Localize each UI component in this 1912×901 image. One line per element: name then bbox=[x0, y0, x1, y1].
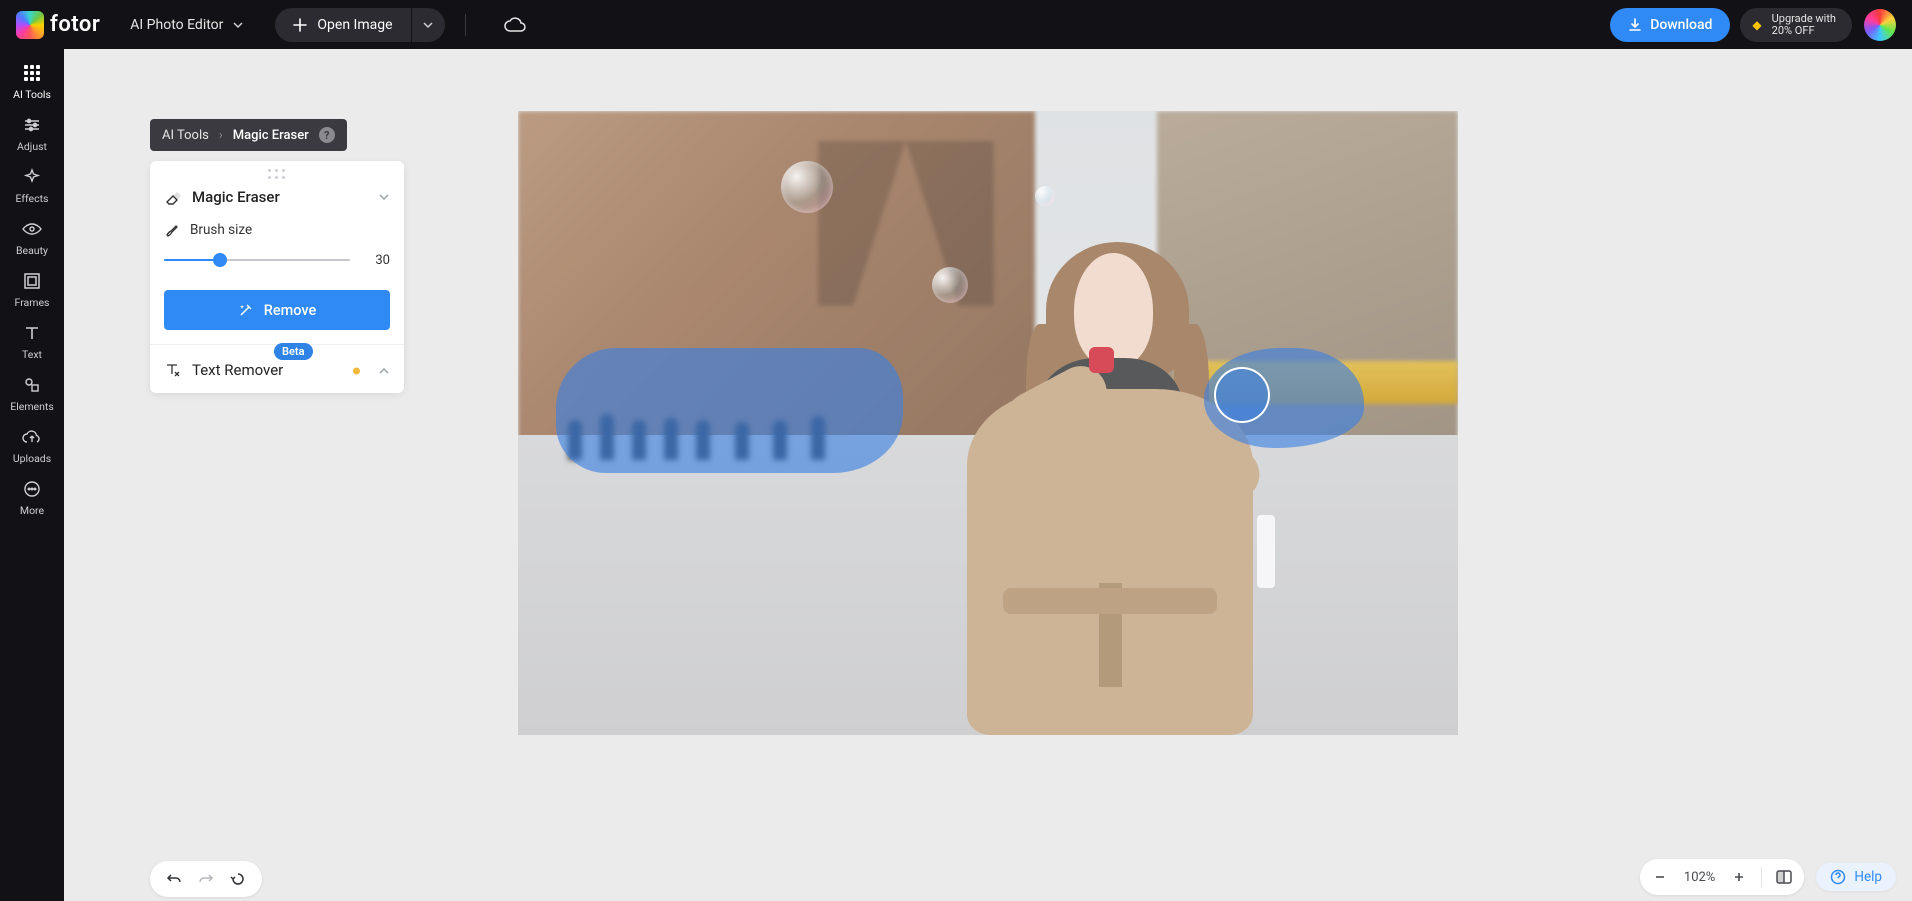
breadcrumb-root[interactable]: AI Tools bbox=[162, 128, 209, 143]
nav-effects[interactable]: Effects bbox=[0, 161, 64, 211]
nav-uploads[interactable]: Uploads bbox=[0, 421, 64, 471]
compare-button[interactable] bbox=[1770, 863, 1798, 891]
app-root: fotor AI Photo Editor Open Image bbox=[0, 0, 1912, 901]
revert-button[interactable] bbox=[222, 865, 254, 893]
magic-eraser-title: Magic Eraser bbox=[192, 188, 368, 206]
brush-icon bbox=[164, 222, 180, 238]
nav-frames[interactable]: Frames bbox=[0, 265, 64, 315]
help-label: Help bbox=[1854, 869, 1882, 885]
text-remover-icon bbox=[164, 361, 182, 379]
breadcrumb-current: Magic Eraser bbox=[233, 128, 309, 143]
upload-cloud-icon bbox=[22, 427, 42, 447]
open-image-dropdown[interactable] bbox=[411, 8, 445, 42]
editor-mode-dropdown[interactable]: AI Photo Editor bbox=[120, 11, 253, 39]
subject-person bbox=[932, 211, 1289, 735]
remove-button[interactable]: Remove bbox=[164, 290, 390, 330]
brush-size-label: Brush size bbox=[190, 222, 252, 238]
upgrade-text: Upgrade with 20% OFF bbox=[1772, 13, 1836, 37]
brush-size-slider[interactable] bbox=[164, 250, 350, 270]
magic-wand-icon bbox=[238, 302, 254, 318]
chevron-up-icon[interactable] bbox=[378, 365, 390, 377]
panel-drag-handle[interactable] bbox=[150, 161, 404, 186]
nav-adjust[interactable]: Adjust bbox=[0, 109, 64, 159]
frame-icon bbox=[22, 271, 42, 291]
brush-size-slider-row: 30 bbox=[150, 240, 404, 286]
bubble-icon bbox=[781, 161, 833, 213]
nav-beauty[interactable]: Beauty bbox=[0, 213, 64, 263]
text-remover-header[interactable]: Text Remover Beta bbox=[150, 349, 404, 393]
upgrade-button[interactable]: ◆ Upgrade with 20% OFF bbox=[1740, 8, 1852, 42]
nav-elements[interactable]: Elements bbox=[0, 369, 64, 419]
open-image-button[interactable]: Open Image bbox=[275, 8, 410, 42]
image-canvas[interactable] bbox=[518, 111, 1458, 735]
beta-badge: Beta bbox=[274, 343, 313, 360]
zoom-value[interactable]: 102% bbox=[1680, 870, 1719, 885]
brand-name: fotor bbox=[50, 12, 100, 37]
history-controls bbox=[150, 861, 262, 897]
cloud-sync-button[interactable] bbox=[504, 17, 526, 33]
help-tooltip-icon[interactable]: ? bbox=[319, 127, 335, 143]
download-icon bbox=[1628, 18, 1642, 32]
zoom-in-button[interactable] bbox=[1725, 863, 1753, 891]
eraser-icon bbox=[164, 188, 182, 206]
brush-cursor-icon bbox=[1214, 367, 1270, 423]
download-button[interactable]: Download bbox=[1610, 8, 1730, 42]
divider bbox=[465, 14, 466, 36]
help-icon bbox=[1830, 869, 1846, 885]
download-label: Download bbox=[1650, 17, 1712, 33]
tool-panel: Magic Eraser Brush size bbox=[150, 161, 404, 393]
chevron-down-icon bbox=[233, 20, 243, 30]
bubble-icon bbox=[1035, 186, 1055, 206]
plus-icon bbox=[293, 18, 307, 32]
chevron-down-icon[interactable] bbox=[378, 191, 390, 203]
grid-icon bbox=[22, 63, 42, 83]
diamond-icon: ◆ bbox=[1752, 18, 1761, 32]
nav-text[interactable]: Text bbox=[0, 317, 64, 367]
redo-button[interactable] bbox=[190, 865, 222, 893]
open-image-group: Open Image bbox=[275, 8, 444, 42]
undo-button[interactable] bbox=[158, 865, 190, 893]
breadcrumb: AI Tools › Magic Eraser ? bbox=[150, 119, 347, 151]
help-button[interactable]: Help bbox=[1816, 863, 1896, 891]
eye-icon bbox=[22, 219, 42, 239]
text-icon bbox=[22, 323, 42, 343]
brush-size-value: 30 bbox=[364, 253, 390, 268]
shapes-icon bbox=[22, 375, 42, 395]
left-nav: AI Tools Adjust Effects Beauty Frames Te… bbox=[0, 49, 64, 901]
magic-eraser-header[interactable]: Magic Eraser bbox=[150, 186, 404, 216]
breadcrumb-separator: › bbox=[219, 128, 223, 143]
sparkle-icon bbox=[22, 167, 42, 187]
zoom-out-button[interactable] bbox=[1646, 863, 1674, 891]
brand-logo[interactable]: fotor bbox=[16, 11, 100, 39]
eraser-mask-stroke bbox=[556, 348, 904, 473]
slider-thumb[interactable] bbox=[213, 253, 227, 267]
brush-size-row: Brush size bbox=[150, 216, 404, 240]
body: AI Tools Adjust Effects Beauty Frames Te… bbox=[0, 49, 1912, 901]
nav-ai-tools[interactable]: AI Tools bbox=[0, 57, 64, 107]
remove-label: Remove bbox=[264, 302, 317, 319]
nav-more[interactable]: More bbox=[0, 473, 64, 523]
bottom-right-tools: 102% Help bbox=[1640, 859, 1896, 895]
editor-mode-label: AI Photo Editor bbox=[130, 17, 223, 33]
bottom-bar: 102% Help bbox=[64, 857, 1912, 901]
user-avatar[interactable] bbox=[1864, 9, 1896, 41]
text-remover-title: Text Remover bbox=[192, 361, 283, 379]
open-image-label: Open Image bbox=[317, 17, 392, 33]
logo-icon bbox=[16, 11, 44, 39]
sliders-icon bbox=[22, 115, 42, 135]
drag-icon bbox=[268, 169, 286, 180]
workspace: AI Tools › Magic Eraser ? Magic Eraser bbox=[64, 49, 1912, 901]
top-header: fotor AI Photo Editor Open Image bbox=[0, 0, 1912, 49]
more-icon bbox=[22, 479, 42, 499]
zoom-controls: 102% bbox=[1640, 859, 1804, 895]
status-dot-icon bbox=[353, 368, 360, 375]
